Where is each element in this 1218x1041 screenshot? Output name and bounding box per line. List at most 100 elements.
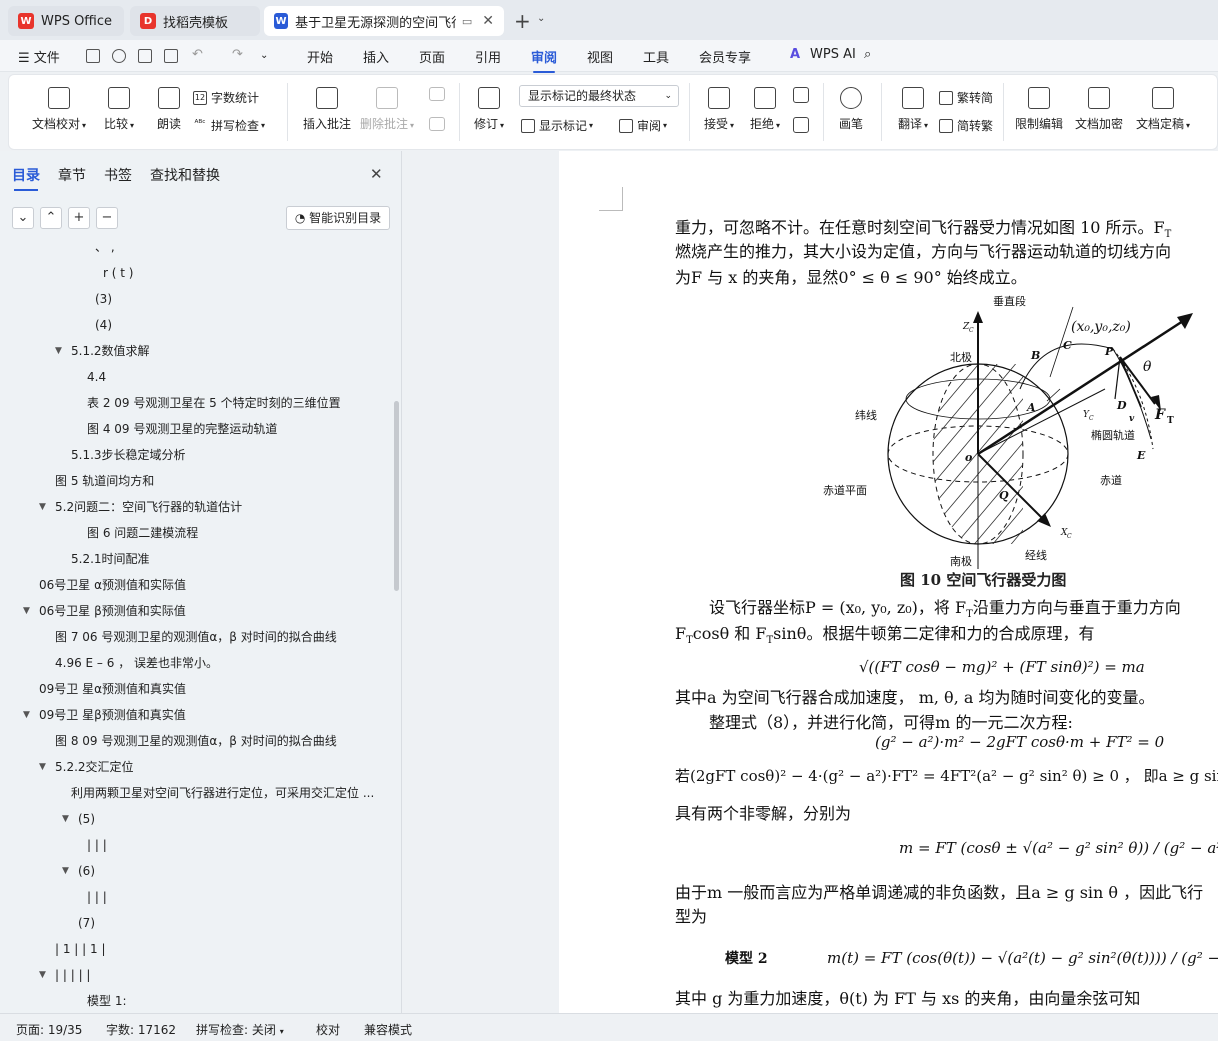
menu-reference[interactable]: 引用 [475, 47, 501, 66]
menu-view[interactable]: 视图 [587, 47, 613, 66]
toc-item[interactable]: 4.4 [87, 367, 106, 387]
toc-item[interactable]: 5.1.3步长稳定域分析 [71, 445, 186, 465]
toc-item[interactable]: 图 6 问题二建模流程 [87, 523, 198, 543]
revise-button[interactable]: 修订 ▾ [469, 87, 509, 132]
undo-icon[interactable]: ↶ [192, 47, 203, 62]
menu-tools[interactable]: 工具 [643, 47, 669, 66]
toc-item[interactable]: 图 7 06 号观测卫星的观测值α，β 对时间的拟合曲线 [55, 627, 337, 647]
prev-comment-button[interactable] [427, 87, 447, 107]
show-markup-button[interactable]: 显示标记 ▾ [521, 117, 593, 134]
markup-state-select[interactable]: 显示标记的最终状态 ⌄ [519, 85, 679, 107]
toc-item[interactable]: | | | [87, 887, 107, 907]
toc-item[interactable]: 模型 1: [87, 991, 127, 1011]
collapse-icon[interactable]: ⌄ [12, 207, 34, 229]
reject-button[interactable]: 拒绝 ▾ [745, 87, 785, 132]
spell-check-button[interactable]: ᴬᴮᶜ 拼写检查 ▾ [193, 117, 265, 134]
prev-change-button[interactable] [791, 87, 811, 109]
expand-triangle-icon[interactable]: ▼ [62, 861, 69, 881]
tab-document[interactable]: W 基于卫星无源探测的空间飞行器 ▭ ✕ [264, 6, 504, 36]
toc-item[interactable]: 图 4 09 号观测卫星的完整运动轨道 [87, 419, 277, 439]
expand-triangle-icon[interactable]: ▼ [55, 341, 62, 361]
menu-page[interactable]: 页面 [419, 47, 445, 66]
trad-to-simp-button[interactable]: 繁转简 [939, 89, 993, 106]
menu-insert[interactable]: 插入 [363, 47, 389, 66]
translate-button[interactable]: 翻译 ▾ [893, 87, 933, 132]
toc-item[interactable]: (4) [95, 315, 112, 335]
toc-item[interactable]: 06号卫星 α预测值和实际值 [39, 575, 186, 595]
toc-item[interactable]: 图 5 轨道间均方和 [55, 471, 154, 491]
new-tab-icon[interactable]: + [514, 9, 531, 33]
next-change-button[interactable] [791, 117, 811, 139]
tab-wps-office[interactable]: W WPS Office [8, 6, 124, 36]
delete-comment-button[interactable]: 删除批注 ▾ [359, 87, 415, 132]
expand-triangle-icon[interactable]: ▼ [23, 601, 30, 621]
toc-item[interactable]: ▼ 5.1.2数值求解 [55, 341, 150, 361]
quick-more-icon[interactable]: ⌄ [260, 50, 268, 61]
close-icon[interactable]: ✕ [370, 165, 383, 183]
expand-triangle-icon[interactable]: ▼ [23, 705, 30, 725]
toc-item[interactable]: 表 2 09 号观测卫星在 5 个特定时刻的三维位置 [87, 393, 341, 413]
remove-icon[interactable]: − [96, 207, 118, 229]
wps-ai-icon[interactable]: A [790, 47, 800, 62]
toc-item[interactable]: ▼ (6) [62, 861, 95, 881]
toc-item[interactable]: ▼ 09号卫 星β预测值和真实值 [23, 705, 186, 725]
toc-item[interactable]: ▼ (5) [62, 809, 95, 829]
toc-item[interactable]: ▼ 5.2问题二：空间飞行器的轨道估计 [39, 497, 242, 517]
pen-button[interactable]: 画笔 [833, 87, 869, 132]
toc-item[interactable]: (7) [78, 913, 95, 933]
toc-item[interactable]: 09号卫 星α预测值和真实值 [39, 679, 186, 699]
read-aloud-button[interactable]: 朗读 [149, 87, 189, 132]
word-count[interactable]: 字数: 17162 [106, 1021, 176, 1038]
close-icon[interactable]: ✕ [482, 13, 494, 29]
toc-item[interactable]: ▼ | | | | | [39, 965, 90, 985]
scrollbar[interactable] [394, 401, 399, 591]
doc-check-button[interactable]: 文档校对 ▾ [29, 87, 89, 132]
toc-item[interactable]: 4.96 E – 6 ， 误差也非常小。 [55, 653, 218, 673]
tab-screen-icon[interactable]: ▭ [462, 15, 472, 28]
save-icon[interactable] [86, 49, 100, 63]
spell-check-status[interactable]: 拼写检查: 关闭 ▾ [196, 1021, 284, 1038]
restrict-edit-button[interactable]: 限制编辑 [1013, 87, 1065, 132]
tab-bookmarks[interactable]: 书签 [104, 165, 132, 185]
toc-item[interactable]: ▼ 5.2.2交汇定位 [39, 757, 134, 777]
print-preview-icon[interactable] [164, 49, 178, 63]
wps-ai-button[interactable]: WPS AI [810, 47, 856, 62]
tab-find-replace[interactable]: 查找和替换 [150, 165, 220, 185]
smart-toc-button[interactable]: ◔ 智能识别目录 [286, 206, 390, 230]
search-icon[interactable]: ⌕ [864, 47, 871, 62]
print-icon[interactable] [138, 49, 152, 63]
add-icon[interactable]: + [68, 207, 90, 229]
chevron-down-icon[interactable]: ⌄ [537, 13, 545, 24]
next-comment-button[interactable] [427, 117, 447, 137]
tab-template[interactable]: D 找稻壳模板 [130, 6, 260, 36]
expand-triangle-icon[interactable]: ▼ [39, 965, 46, 985]
toc-item[interactable]: ▼ 06号卫星 β预测值和实际值 [23, 601, 186, 621]
expand-triangle-icon[interactable]: ▼ [62, 809, 69, 829]
toc-item[interactable]: 、 , [95, 237, 115, 257]
word-count-button[interactable]: 12 字数统计 [193, 89, 259, 106]
expand-triangle-icon[interactable]: ▼ [39, 497, 46, 517]
expand-icon[interactable]: ⌃ [40, 207, 62, 229]
expand-triangle-icon[interactable]: ▼ [39, 757, 46, 777]
toc-item[interactable]: (3) [95, 289, 112, 309]
toc-item[interactable]: | 1 | | 1 | [55, 939, 106, 959]
simp-to-trad-button[interactable]: 简转繁 [939, 117, 993, 134]
toc-item[interactable]: 5.2.1时间配准 [71, 549, 150, 569]
accept-button[interactable]: 接受 ▾ [699, 87, 739, 132]
compare-button[interactable]: 比较 ▾ [97, 87, 141, 132]
tab-toc[interactable]: 目录 [12, 165, 40, 191]
cloud-icon[interactable] [112, 49, 126, 63]
file-menu[interactable]: ☰ 文件 [18, 47, 60, 66]
toc-item[interactable]: 图 8 09 号观测卫星的观测值α，β 对时间的拟合曲线 [55, 731, 337, 751]
toc-item[interactable]: 利用两颗卫星对空间飞行器进行定位，可采用交汇定位 ... [71, 783, 374, 803]
proofread-button[interactable]: 校对 [316, 1021, 340, 1038]
tab-chapters[interactable]: 章节 [58, 165, 86, 185]
encrypt-button[interactable]: 文档加密 [1073, 87, 1125, 132]
toc-item[interactable]: r ( t ) [103, 263, 133, 283]
page-indicator[interactable]: 页面: 19/35 [16, 1021, 82, 1038]
review-pane-button[interactable]: 审阅 ▾ [619, 117, 667, 134]
menu-member[interactable]: 会员专享 [699, 47, 751, 66]
menu-review[interactable]: 审阅 [531, 47, 557, 73]
redo-icon[interactable]: ↷ [232, 47, 243, 62]
finalize-button[interactable]: 文档定稿 ▾ [1133, 87, 1193, 132]
